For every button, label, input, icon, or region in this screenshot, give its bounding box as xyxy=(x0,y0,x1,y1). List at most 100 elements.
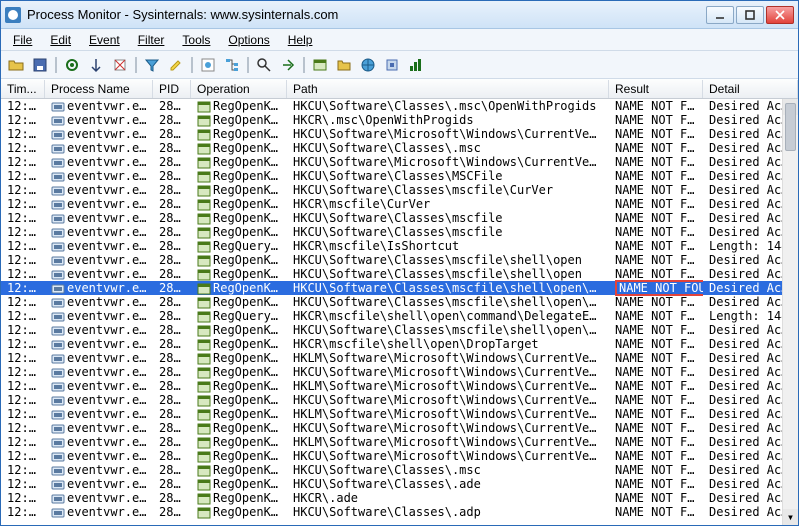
save-icon[interactable] xyxy=(29,54,51,76)
table-row[interactable]: 12:1...eventvwr.exe2880RegOpenKeyHKCU\So… xyxy=(1,393,798,407)
minimize-button[interactable] xyxy=(706,6,734,24)
include-process-icon[interactable] xyxy=(197,54,219,76)
registry-icon xyxy=(197,325,211,337)
cell-path: HKCR\.msc\OpenWithProgids xyxy=(287,113,609,127)
table-row[interactable]: 12:1...eventvwr.exe2880RegOpenKeyHKCU\So… xyxy=(1,365,798,379)
registry-icon xyxy=(197,507,211,519)
table-row[interactable]: 12:1...eventvwr.exe2880RegOpenKeyHKCU\So… xyxy=(1,449,798,463)
filter-icon[interactable] xyxy=(141,54,163,76)
table-row[interactable]: 12:1...eventvwr.exe2880RegOpenKeyHKCU\So… xyxy=(1,463,798,477)
registry-icon xyxy=(197,367,211,379)
titlebar[interactable]: Process Monitor - Sysinternals: www.sysi… xyxy=(1,1,798,29)
table-row[interactable]: 12:1...eventvwr.exe2880RegQueryValueHKCR… xyxy=(1,239,798,253)
highlight-icon[interactable] xyxy=(165,54,187,76)
col-process[interactable]: Process Name xyxy=(45,80,153,98)
table-row[interactable]: 12:1...eventvwr.exe2880RegOpenKeyHKCU\So… xyxy=(1,211,798,225)
scroll-down-icon[interactable]: ▾ xyxy=(783,509,798,525)
cell-result: NAME NOT FOUND xyxy=(609,127,703,141)
menu-event[interactable]: Event xyxy=(81,31,128,49)
table-row[interactable]: 12:1...eventvwr.exe2880RegOpenKeyHKCU\So… xyxy=(1,127,798,141)
table-row[interactable]: 12:1...eventvwr.exe2880RegOpenKeyHKCU\So… xyxy=(1,267,798,281)
cell-pid: 2880 xyxy=(153,113,191,127)
table-row[interactable]: 12:1...eventvwr.exe2880RegOpenKeyHKCU\So… xyxy=(1,225,798,239)
close-button[interactable] xyxy=(766,6,794,24)
table-row[interactable]: 12:1...eventvwr.exe2880RegOpenKeyHKCU\So… xyxy=(1,183,798,197)
capture-icon[interactable] xyxy=(61,54,83,76)
show-profiling-icon[interactable] xyxy=(405,54,427,76)
registry-icon xyxy=(197,185,211,197)
col-operation[interactable]: Operation xyxy=(191,80,287,98)
show-process-icon[interactable] xyxy=(381,54,403,76)
table-row[interactable]: 12:1...eventvwr.exe2880RegOpenKeyHKCU\So… xyxy=(1,421,798,435)
table-row[interactable]: 12:1...eventvwr.exe2880RegOpenKeyHKCU\So… xyxy=(1,169,798,183)
table-row[interactable]: 12:1...eventvwr.exe2880RegOpenKeyHKCR\.a… xyxy=(1,491,798,505)
table-row[interactable]: 12:1...eventvwr.exe2880RegOpenKeyHKCU\So… xyxy=(1,253,798,267)
vertical-scrollbar[interactable]: ▴ ▾ xyxy=(782,99,798,525)
cell-path: HKCU\Software\Microsoft\Windows\CurrentV… xyxy=(287,421,609,435)
menu-options[interactable]: Options xyxy=(220,31,277,49)
table-row[interactable]: 12:1...eventvwr.exe2880RegOpenKeyHKLM\So… xyxy=(1,407,798,421)
table-row[interactable]: 12:1...eventvwr.exe2880RegQueryValueHKCR… xyxy=(1,309,798,323)
table-row[interactable]: 12:1...eventvwr.exe2880RegOpenKeyHKCU\So… xyxy=(1,323,798,337)
menu-filter[interactable]: Filter xyxy=(130,31,173,49)
table-row[interactable]: 12:1...eventvwr.exe2880RegOpenKeyHKCU\So… xyxy=(1,155,798,169)
table-row[interactable]: 12:1...eventvwr.exe2880RegOpenKeyHKCU\So… xyxy=(1,295,798,309)
process-tree-icon[interactable] xyxy=(221,54,243,76)
cell-result: NAME NOT FOUND xyxy=(609,365,703,379)
col-path[interactable]: Path xyxy=(287,80,609,98)
col-result[interactable]: Result xyxy=(609,80,703,98)
cell-path: HKLM\Software\Microsoft\Windows\CurrentV… xyxy=(287,435,609,449)
cell-process: eventvwr.exe xyxy=(45,323,153,337)
jump-icon[interactable] xyxy=(277,54,299,76)
table-row[interactable]: 12:1...eventvwr.exe2880RegOpenKeyHKCU\So… xyxy=(1,505,798,519)
cell-result: NAME NOT FOUND xyxy=(609,225,703,239)
menu-file[interactable]: File xyxy=(5,31,40,49)
autoscroll-icon[interactable] xyxy=(85,54,107,76)
table-row[interactable]: 12:1...eventvwr.exe2880RegOpenKeyHKCR\ms… xyxy=(1,337,798,351)
table-row[interactable]: 12:1...eventvwr.exe2880RegOpenKeyHKCU\So… xyxy=(1,281,798,295)
cell-result: NAME NOT FOUND xyxy=(609,99,703,113)
col-time[interactable]: Tim... xyxy=(1,80,45,98)
cell-path: HKCU\Software\Classes\mscfile\shell\open xyxy=(287,253,609,267)
cell-path: HKCU\Software\Classes\mscfile xyxy=(287,211,609,225)
cell-pid: 2880 xyxy=(153,295,191,309)
table-row[interactable]: 12:1...eventvwr.exe2880RegOpenKeyHKCU\So… xyxy=(1,141,798,155)
table-row[interactable]: 12:1...eventvwr.exe2880RegOpenKeyHKLM\So… xyxy=(1,351,798,365)
process-icon xyxy=(51,171,65,183)
show-registry-icon[interactable] xyxy=(309,54,331,76)
cell-time: 12:1... xyxy=(1,491,45,505)
cell-result: NAME NOT FOUND xyxy=(609,491,703,505)
table-row[interactable]: 12:1...eventvwr.exe2880RegOpenKeyHKCU\So… xyxy=(1,99,798,113)
maximize-button[interactable] xyxy=(736,6,764,24)
cell-pid: 2880 xyxy=(153,267,191,281)
process-icon xyxy=(51,129,65,141)
menu-tools[interactable]: Tools xyxy=(174,31,218,49)
cell-operation: RegOpenKey xyxy=(191,379,287,393)
find-icon[interactable] xyxy=(253,54,275,76)
cell-pid: 2880 xyxy=(153,337,191,351)
menu-edit[interactable]: Edit xyxy=(42,31,79,49)
event-grid[interactable]: Tim... Process Name PID Operation Path R… xyxy=(1,79,798,525)
open-icon[interactable] xyxy=(5,54,27,76)
col-pid[interactable]: PID xyxy=(153,80,191,98)
table-row[interactable]: 12:1...eventvwr.exe2880RegOpenKeyHKLM\So… xyxy=(1,435,798,449)
cell-pid: 2880 xyxy=(153,155,191,169)
cell-result: NAME NOT FOUND xyxy=(609,379,703,393)
show-filesystem-icon[interactable] xyxy=(333,54,355,76)
menu-help[interactable]: Help xyxy=(280,31,321,49)
show-network-icon[interactable] xyxy=(357,54,379,76)
clear-icon[interactable] xyxy=(109,54,131,76)
process-icon xyxy=(51,353,65,365)
table-row[interactable]: 12:1...eventvwr.exe2880RegOpenKeyHKCU\So… xyxy=(1,477,798,491)
registry-icon xyxy=(197,143,211,155)
cell-time: 12:1... xyxy=(1,183,45,197)
table-row[interactable]: 12:1...eventvwr.exe2880RegOpenKeyHKLM\So… xyxy=(1,379,798,393)
cell-path: HKCU\Software\Microsoft\Windows\CurrentV… xyxy=(287,449,609,463)
cell-pid: 2880 xyxy=(153,183,191,197)
cell-process: eventvwr.exe xyxy=(45,211,153,225)
scroll-thumb[interactable] xyxy=(785,103,796,151)
table-row[interactable]: 12:1...eventvwr.exe2880RegOpenKeyHKCR\.m… xyxy=(1,113,798,127)
table-row[interactable]: 12:1...eventvwr.exe2880RegOpenKeyHKCR\ms… xyxy=(1,197,798,211)
cell-result: NAME NOT FOUND xyxy=(609,141,703,155)
col-detail[interactable]: Detail xyxy=(703,80,798,98)
